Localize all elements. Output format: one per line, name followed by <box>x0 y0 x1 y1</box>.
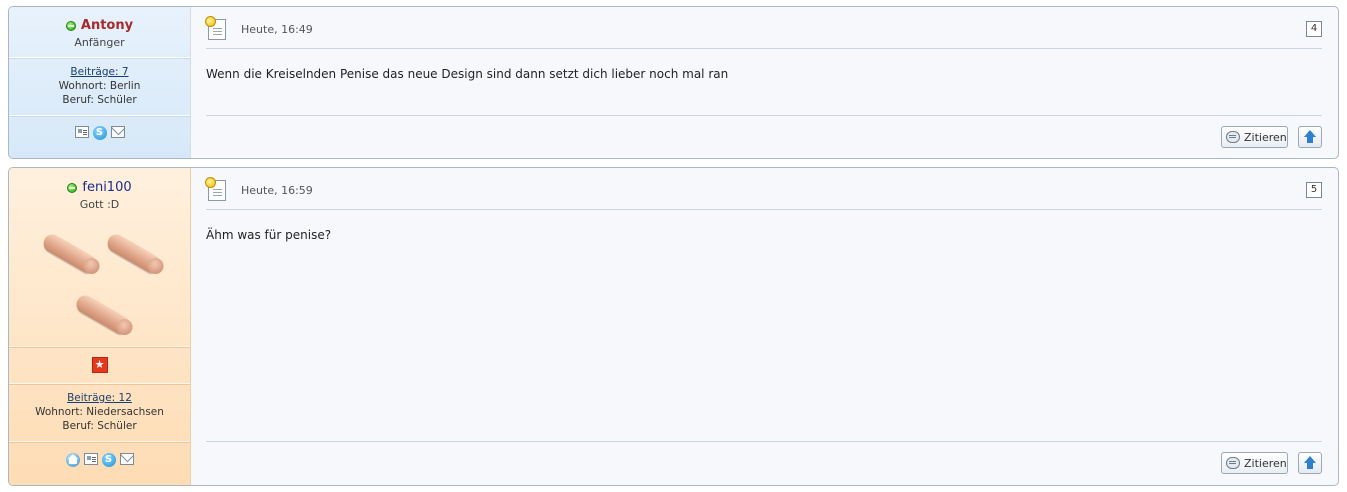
avatar-image-part <box>104 231 162 275</box>
quote-icon <box>1226 131 1240 143</box>
avatar-image-part <box>73 292 131 336</box>
post-date: Heute, 16:59 <box>241 184 313 197</box>
profile-icon[interactable] <box>74 126 89 138</box>
skype-icon[interactable]: S <box>101 453 116 467</box>
post-header: Heute, 16:49 4 <box>205 16 1322 47</box>
profile-icon[interactable] <box>83 453 98 465</box>
post-content: Heute, 16:49 4 Wenn die Kreiselnden Peni… <box>205 7 1322 158</box>
online-status-icon <box>67 182 78 193</box>
post-header-divider <box>206 209 1322 210</box>
email-icon[interactable] <box>110 126 125 138</box>
post-footer-divider <box>206 441 1322 442</box>
quote-label: Zitieren <box>1244 456 1287 470</box>
post-number-link[interactable]: 5 <box>1306 182 1322 198</box>
home-icon[interactable] <box>65 453 80 467</box>
author-job: Beruf: Schüler <box>62 420 137 432</box>
post-footer-divider <box>206 115 1322 116</box>
quote-button[interactable]: Zitieren <box>1221 452 1288 474</box>
author-sidebar: Antony Anfänger Beiträge: 7 Wohnort: Ber… <box>9 7 191 158</box>
post-5: feni100 Gott :D ★ Beiträge: 12 Wohnort: … <box>8 167 1339 486</box>
post-header: Heute, 16:59 5 <box>205 177 1322 208</box>
author-rank: Gott :D <box>79 197 120 211</box>
author-location: Wohnort: Berlin <box>58 80 141 92</box>
skype-icon[interactable]: S <box>92 126 107 140</box>
post-text: Ähm was für penise? <box>206 228 332 242</box>
author-rank: Anfänger <box>74 35 125 49</box>
author-job: Beruf: Schüler <box>62 94 137 106</box>
post-date: Heute, 16:49 <box>241 23 313 36</box>
author-posts-link[interactable]: Beiträge: 12 <box>67 392 132 404</box>
new-post-icon <box>205 177 226 201</box>
post-text: Wenn die Kreiselnden Penise das neue Des… <box>206 67 729 81</box>
avatar-image-part <box>40 231 98 275</box>
back-to-top-button[interactable] <box>1298 452 1322 474</box>
author-sidebar: feni100 Gott :D ★ Beiträge: 12 Wohnort: … <box>9 168 191 485</box>
post-4: Antony Anfänger Beiträge: 7 Wohnort: Ber… <box>8 6 1339 159</box>
award-icon: ★ <box>91 357 108 373</box>
author-location: Wohnort: Niedersachsen <box>35 406 164 418</box>
author-avatar <box>9 216 190 341</box>
post-number-link[interactable]: 4 <box>1306 21 1322 37</box>
quote-icon <box>1226 457 1240 469</box>
post-content: Heute, 16:59 5 Ähm was für penise? Zitie… <box>205 168 1322 485</box>
back-to-top-button[interactable] <box>1298 126 1322 148</box>
new-post-icon <box>205 16 226 40</box>
author-posts-link[interactable]: Beiträge: 7 <box>70 66 128 78</box>
email-icon[interactable] <box>119 453 134 465</box>
post-header-divider <box>206 48 1322 49</box>
online-status-icon <box>65 20 76 31</box>
author-name-link[interactable]: feni100 <box>67 180 132 195</box>
author-name[interactable]: feni100 <box>82 180 131 195</box>
author-name[interactable]: Antony <box>81 18 133 33</box>
quote-button[interactable]: Zitieren <box>1221 126 1288 148</box>
author-name-link[interactable]: Antony <box>65 18 133 33</box>
quote-label: Zitieren <box>1244 130 1287 144</box>
